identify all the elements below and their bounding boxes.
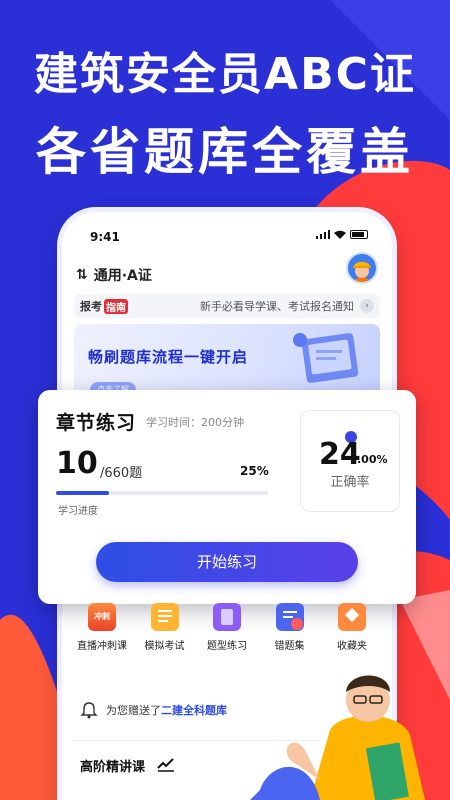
- wrong-questions-icon: [275, 603, 304, 631]
- accuracy-value: 24: [319, 437, 361, 472]
- battery-icon: [350, 230, 368, 239]
- live-sprint-badge: 冲刺: [94, 612, 110, 621]
- bell-icon: [80, 702, 98, 719]
- app-bar: ⇅ 通用·A证: [76, 252, 378, 292]
- nav-label: 直播冲刺课: [77, 641, 127, 652]
- card-title: 章节练习: [56, 412, 137, 434]
- chapter-practice-card[interactable]: 章节练习 学习时间：200分钟 10 /660题 25% 学习进度 24 .00…: [38, 390, 416, 604]
- accuracy-label: 正确率: [330, 475, 370, 490]
- trend-icon: [157, 758, 174, 772]
- banner-title: 畅刷题库流程一键开启: [88, 348, 249, 366]
- notice-bar[interactable]: 报考 指南 新手必看导学课、考试报名通知 ›: [74, 294, 380, 318]
- student-illustration-icon: [250, 675, 425, 800]
- nav-question-type[interactable]: 题型练习: [197, 603, 257, 652]
- progress-done: 10: [56, 446, 98, 481]
- signal-icon: [315, 230, 330, 239]
- nav-label: 模拟考试: [144, 641, 185, 652]
- banner-illustration-icon: [293, 333, 359, 383]
- progress-total: /660题: [100, 466, 143, 481]
- chevron-right-icon[interactable]: ›: [360, 299, 374, 313]
- question-type-icon: [213, 603, 241, 631]
- progress-bar: [56, 491, 268, 495]
- headline-line1: 建筑安全员ABC证: [34, 49, 416, 100]
- nav-mock-exam[interactable]: 模拟考试: [135, 603, 195, 652]
- progress-bar-fill: [56, 491, 109, 495]
- gift-link[interactable]: 二建全科题库: [161, 702, 227, 718]
- avatar[interactable]: [346, 252, 378, 284]
- advanced-course-title: 高阶精讲课: [80, 760, 146, 775]
- headline-line2: 各省题库全覆盖: [36, 123, 414, 181]
- status-time: 9:41: [90, 230, 120, 244]
- gift-text: 为您赠送了: [106, 704, 161, 717]
- live-sprint-icon: 冲刺: [88, 603, 116, 631]
- progress-label: 学习进度: [58, 506, 98, 517]
- nav-live-sprint[interactable]: 冲刺 直播冲刺课: [72, 603, 132, 652]
- start-practice-button[interactable]: 开始练习: [96, 542, 358, 582]
- swap-icon[interactable]: ⇅: [76, 267, 88, 283]
- status-icons: [315, 230, 368, 239]
- accuracy-decimal: .00%: [357, 453, 388, 466]
- progress-percent: 25%: [240, 464, 269, 478]
- worker-avatar-icon: [353, 261, 371, 282]
- accuracy-box: 24 .00% 正确率: [300, 410, 400, 512]
- course-selector[interactable]: 通用·A证: [94, 265, 152, 285]
- notice-tag-zhinan: 指南: [104, 298, 128, 314]
- notice-text: 新手必看导学课、考试报名通知: [200, 300, 354, 313]
- status-bar: 9:41: [62, 212, 392, 252]
- notice-tag-baokao: 报考: [80, 300, 102, 313]
- promo-banner[interactable]: 畅刷题库流程一键开启 点击了解: [74, 324, 380, 398]
- favorites-icon: [338, 603, 366, 631]
- nav-label: 题型练习: [207, 641, 247, 652]
- wifi-icon: [334, 230, 346, 239]
- study-time: 学习时间：200分钟: [146, 416, 244, 429]
- mock-exam-icon: [150, 603, 179, 631]
